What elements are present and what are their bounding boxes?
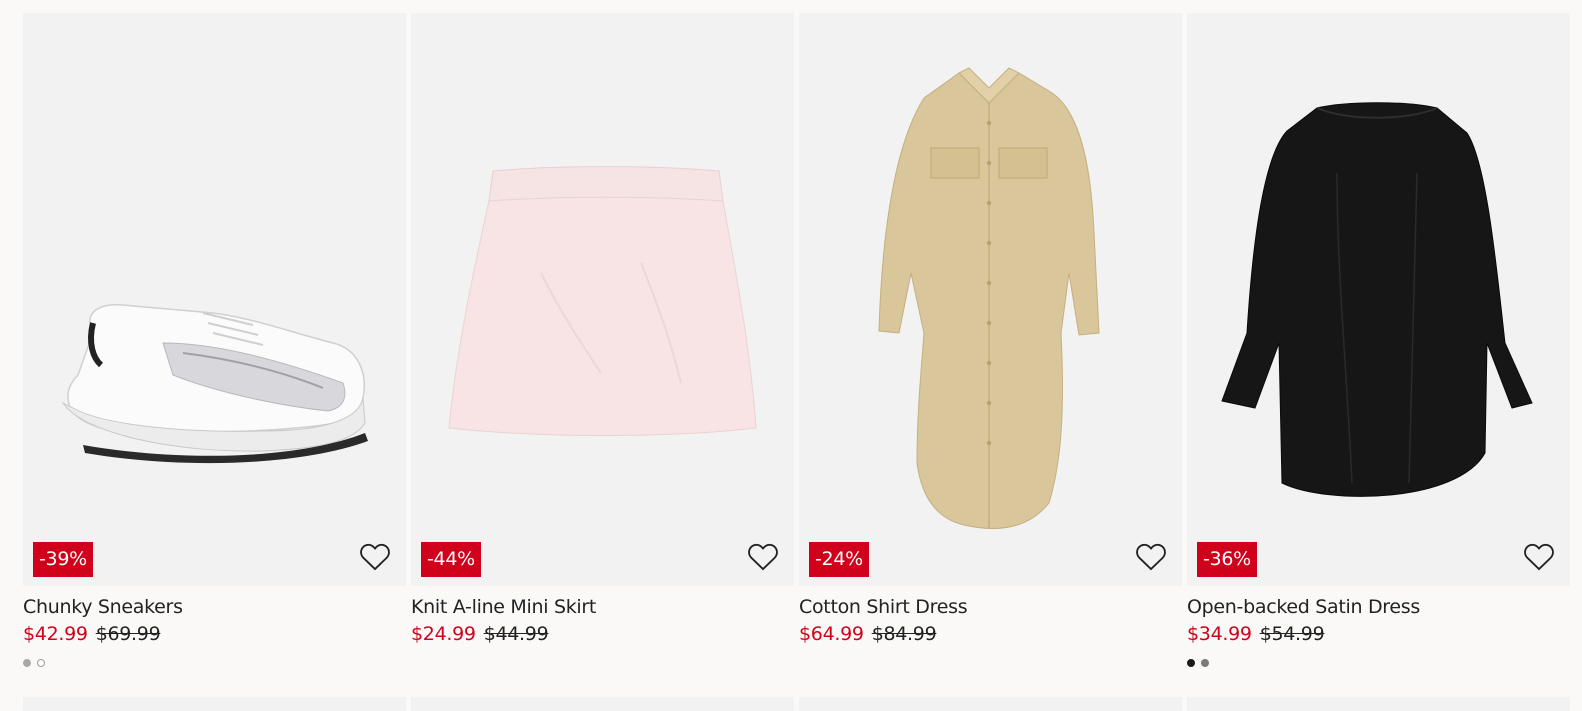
product-image[interactable]: -36% [1187,13,1570,586]
product-image[interactable]: -39% [23,13,406,586]
product-name[interactable]: Open-backed Satin Dress [1187,596,1570,618]
product-name[interactable]: Chunky Sneakers [23,596,406,618]
product-prices: $42.99 $69.99 [23,623,406,645]
next-row-image [23,697,406,711]
color-swatch[interactable] [37,659,45,667]
product-grid: -39% Chunky Sneakers $42.99 $69.99 -44% [23,13,1570,711]
heart-outline-icon[interactable] [1134,540,1168,574]
sale-price: $64.99 [799,623,864,645]
product-card[interactable]: -24% Cotton Shirt Dress $64.99 $84.99 [799,13,1182,711]
product-prices: $64.99 $84.99 [799,623,1182,645]
discount-badge: -39% [33,542,93,577]
product-prices: $24.99 $44.99 [411,623,794,645]
heart-outline-icon[interactable] [358,540,392,574]
next-row-image [799,697,1182,711]
shirt-dress-image [878,67,1100,530]
original-price: $54.99 [1259,623,1325,645]
original-price: $44.99 [483,623,549,645]
original-price: $69.99 [95,623,161,645]
product-prices: $34.99 $54.99 [1187,623,1570,645]
color-swatch[interactable] [1187,659,1195,667]
satin-dress-image [1221,102,1533,497]
color-swatch[interactable] [1201,659,1209,667]
skirt-image [448,166,757,436]
product-card[interactable]: -39% Chunky Sneakers $42.99 $69.99 [23,13,406,711]
next-row-image [1187,697,1570,711]
color-swatches [23,659,406,669]
next-row-image [411,697,794,711]
discount-badge: -24% [809,542,869,577]
sale-price: $24.99 [411,623,476,645]
color-swatches [1187,659,1570,669]
heart-outline-icon[interactable] [1522,540,1556,574]
color-swatches [799,659,1182,669]
heart-outline-icon[interactable] [746,540,780,574]
sale-price: $34.99 [1187,623,1252,645]
product-card[interactable]: -44% Knit A-line Mini Skirt $24.99 $44.99 [411,13,794,711]
product-image[interactable]: -44% [411,13,794,586]
color-swatches [411,659,794,669]
color-swatch[interactable] [23,659,31,667]
product-name[interactable]: Cotton Shirt Dress [799,596,1182,618]
discount-badge: -44% [421,542,481,577]
sale-price: $42.99 [23,623,88,645]
product-card[interactable]: -36% Open-backed Satin Dress $34.99 $54.9… [1187,13,1570,711]
discount-badge: -36% [1197,542,1257,577]
sneaker-image [61,304,368,464]
product-name[interactable]: Knit A-line Mini Skirt [411,596,794,618]
product-image[interactable]: -24% [799,13,1182,586]
original-price: $84.99 [871,623,937,645]
